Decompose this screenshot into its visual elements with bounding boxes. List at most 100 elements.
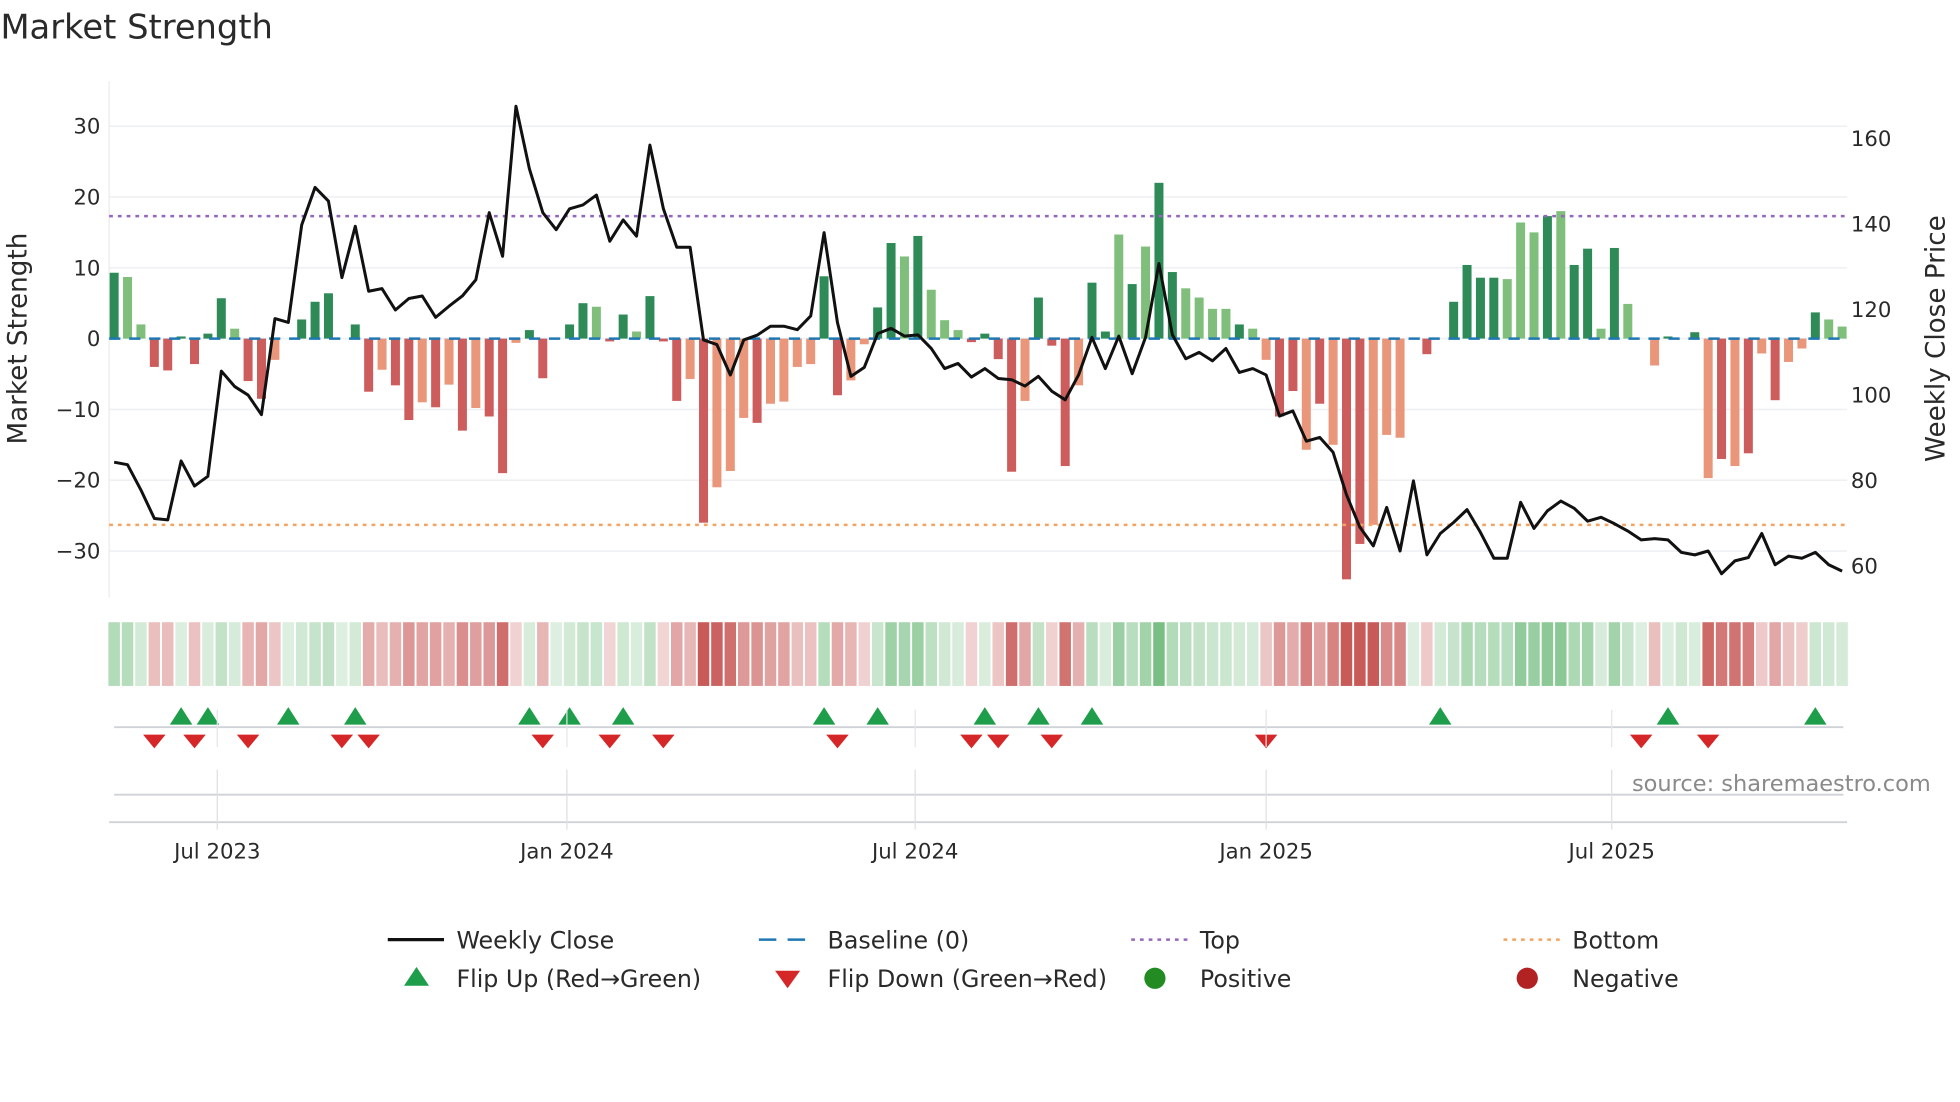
strength-bar [350, 324, 360, 339]
strength-bar [364, 338, 374, 392]
strip-cell [1822, 622, 1835, 686]
strip-cell [657, 622, 670, 686]
strength-bar [913, 235, 923, 339]
strength-bar [1020, 338, 1030, 401]
strip-cell [778, 622, 790, 686]
flip-down-marker [143, 734, 166, 749]
y-tick-label: 0 [87, 327, 101, 352]
flip-down-marker [598, 734, 622, 749]
flip-up-marker [1656, 707, 1680, 725]
strength-bar [1007, 338, 1017, 472]
flip-up-marker [1429, 707, 1452, 725]
strip-cell [389, 622, 402, 686]
strip-cell [791, 622, 804, 686]
flip-up-marker [812, 707, 836, 725]
strip-cell [202, 622, 214, 686]
strip-cell [1461, 622, 1473, 686]
strength-bar [524, 330, 534, 339]
strength-bar [779, 338, 789, 402]
flip-up-marker [866, 707, 889, 725]
strength-bar [1770, 338, 1780, 401]
strip-cell [925, 622, 937, 686]
strength-bar [792, 338, 802, 367]
strip-cell [1755, 622, 1768, 686]
strip-cell [456, 622, 469, 686]
strip-cell [483, 622, 495, 686]
strength-bar [645, 296, 655, 339]
strip-cell [1287, 622, 1299, 686]
legend-item[interactable]: Top [1131, 926, 1240, 954]
legend-label: Top [1199, 926, 1240, 954]
y-tick-label: 30 [73, 115, 100, 140]
x-tick-label: Jan 2024 [518, 839, 614, 864]
strip-cell [1742, 622, 1755, 686]
strength-bar [1248, 328, 1258, 339]
strip-cell [1622, 622, 1634, 686]
strip-cell [912, 622, 924, 686]
triangle-up-icon [404, 967, 429, 986]
strength-bar [1502, 279, 1512, 339]
legend-item[interactable]: Weekly Close [387, 926, 614, 954]
strength-bar [899, 256, 909, 339]
strip-cell [1220, 622, 1232, 686]
strip-cell [537, 622, 549, 686]
strength-bar [685, 338, 695, 379]
legend-item[interactable]: Positive [1144, 965, 1291, 993]
strength-bar [149, 338, 159, 367]
strength-bar [1489, 277, 1499, 339]
strip-cell [1260, 622, 1272, 686]
strip-cell [470, 622, 482, 686]
strip-cell [135, 622, 147, 686]
strip-cell [1380, 622, 1393, 686]
strip-cell [1662, 622, 1674, 686]
strip-cell [831, 622, 844, 686]
strength-bar [123, 276, 133, 339]
strip-cell [1046, 622, 1058, 686]
strength-bar [1757, 338, 1767, 354]
y2-tick-label: 80 [1851, 469, 1878, 494]
strength-bar [672, 338, 682, 401]
strip-cell [1782, 622, 1795, 686]
strength-bar [1556, 211, 1566, 339]
strength-bar [1087, 282, 1097, 339]
legend-item[interactable]: Bottom [1503, 926, 1660, 954]
legend-label: Flip Up (Red→Green) [456, 965, 701, 993]
strength-bar [1623, 303, 1633, 339]
y-tick-label: 10 [73, 256, 100, 281]
strip-cell [1434, 622, 1447, 686]
y-tick-label: 20 [73, 185, 100, 210]
strength-bar [1154, 182, 1164, 339]
strip-cell [711, 622, 723, 686]
strength-bar [1341, 338, 1351, 580]
strip-cell [1702, 622, 1714, 686]
strength-bar [1060, 338, 1070, 467]
strength-bar [1355, 338, 1365, 544]
strip-cell [1555, 622, 1567, 686]
y-axis-title: Market Strength [4, 233, 34, 445]
strength-bar [1569, 264, 1579, 339]
legend-item[interactable]: Baseline (0) [758, 926, 969, 954]
strip-cell [1354, 622, 1366, 686]
flip-down-marker [183, 734, 206, 749]
strength-bar [1234, 324, 1244, 339]
legend-label: Weekly Close [456, 926, 614, 954]
source-label: source: sharemaestro.com [1632, 771, 1931, 797]
strip-cell [1809, 622, 1822, 686]
flip-down-marker [531, 734, 555, 749]
strip-cell [1367, 622, 1380, 686]
strength-bar [1449, 301, 1459, 339]
strength-bar [498, 338, 508, 474]
legend-item[interactable]: Flip Up (Red→Green) [404, 965, 701, 993]
strength-bar [1743, 338, 1753, 454]
legend-item[interactable]: Negative [1516, 965, 1679, 993]
flip-up-marker [277, 707, 300, 725]
strength-bar [926, 289, 936, 339]
flip-up-marker [1804, 707, 1827, 725]
x-tick-label: Jul 2024 [870, 839, 958, 864]
strength-bar [390, 338, 400, 386]
x-tick-label: Jul 2025 [1567, 839, 1655, 864]
legend-item[interactable]: Flip Down (Green→Red) [775, 965, 1107, 993]
y2-axis-title: Weekly Close Price [1922, 215, 1952, 462]
strength-bar [1583, 248, 1593, 339]
strip-cell [1474, 622, 1487, 686]
